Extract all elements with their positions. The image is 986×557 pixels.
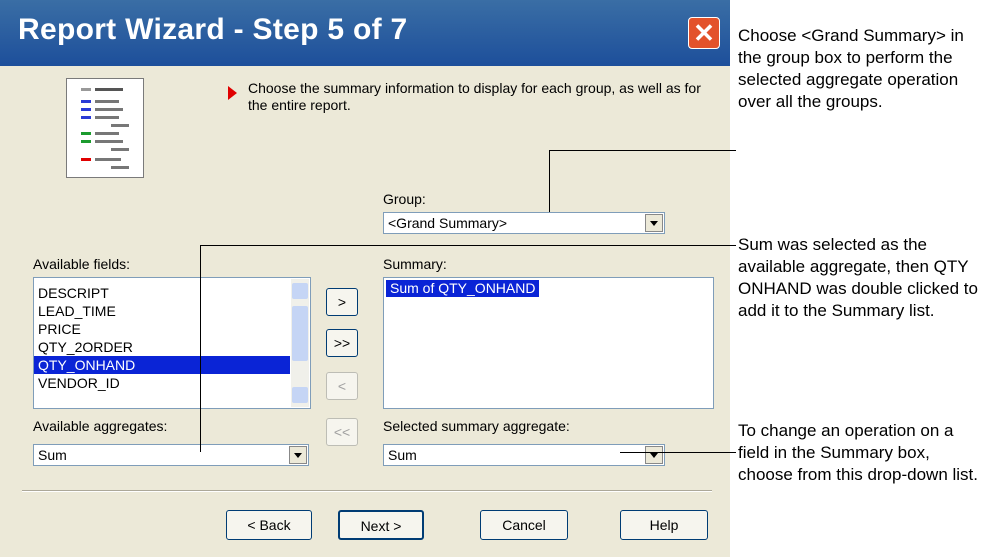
remove-field-button[interactable]: < (326, 372, 358, 400)
group-value: <Grand Summary> (388, 215, 508, 231)
back-button[interactable]: < Back (226, 510, 312, 540)
available-aggregates-value: Sum (38, 447, 67, 463)
add-all-fields-button[interactable]: >> (326, 329, 358, 357)
annotation-change-operation: To change an operation on a field in the… (738, 421, 978, 484)
available-aggregates-combo[interactable]: Sum (33, 444, 309, 466)
report-document-icon (66, 78, 144, 178)
pointer-arrow-icon (228, 86, 237, 100)
annotation-grand-summary: Choose <Grand Summary> in the group box … (738, 26, 964, 111)
scroll-down-icon[interactable] (292, 387, 308, 403)
summary-list[interactable]: Sum of QTY_ONHAND (383, 277, 714, 409)
remove-all-fields-button[interactable]: << (326, 418, 358, 446)
dialog-title: Report Wizard - Step 5 of 7 (18, 13, 408, 46)
list-item-selected[interactable]: QTY_ONHAND (34, 356, 290, 374)
group-combo[interactable]: <Grand Summary> (383, 212, 665, 234)
report-wizard-dialog: Report Wizard - Step 5 of 7 ✕ Choose the… (0, 0, 730, 557)
list-item[interactable]: PRICE (34, 320, 290, 338)
vertical-scrollbar[interactable] (291, 279, 309, 407)
callout-line-selected-aggregate (620, 452, 736, 453)
available-fields-list[interactable]: DESCRIPT LEAD_TIME PRICE QTY_2ORDER QTY_… (33, 277, 311, 409)
chevron-down-icon[interactable] (289, 446, 307, 464)
callout-line-aggregate-vertical (200, 245, 201, 452)
close-button[interactable]: ✕ (688, 17, 720, 49)
list-item[interactable]: DESCRIPT (34, 284, 290, 302)
footer-divider (22, 490, 712, 492)
list-item[interactable]: QTY_2ORDER (34, 338, 290, 356)
instruction-text: Choose the summary information to displa… (248, 80, 701, 113)
annotation-sum-selected: Sum was selected as the available aggreg… (738, 235, 978, 320)
selected-summary-aggregate-combo[interactable]: Sum (383, 444, 665, 466)
chevron-down-icon[interactable] (645, 214, 663, 232)
callout-line-aggregate-horizontal (200, 245, 736, 246)
add-field-button[interactable]: > (326, 288, 358, 316)
title-bar: Report Wizard - Step 5 of 7 ✕ (0, 0, 730, 66)
cancel-button[interactable]: Cancel (480, 510, 568, 540)
selected-summary-aggregate-label: Selected summary aggregate: (383, 418, 570, 434)
list-item[interactable]: VENDOR_ID (34, 374, 290, 392)
scroll-up-icon[interactable] (292, 283, 308, 299)
next-button[interactable]: Next > (338, 510, 424, 540)
callout-line-group-vertical (549, 150, 550, 212)
group-label: Group: (383, 191, 426, 207)
summary-list-item[interactable]: Sum of QTY_ONHAND (386, 280, 540, 297)
help-button[interactable]: Help (620, 510, 708, 540)
available-aggregates-label: Available aggregates: (33, 418, 168, 434)
scroll-thumb[interactable] (292, 306, 308, 361)
callout-line-group-horizontal (549, 150, 736, 151)
summary-label: Summary: (383, 256, 447, 272)
close-icon: ✕ (693, 18, 715, 48)
chevron-down-icon[interactable] (645, 446, 663, 464)
selected-summary-aggregate-value: Sum (388, 447, 417, 463)
list-item[interactable]: LEAD_TIME (34, 302, 290, 320)
available-fields-label: Available fields: (33, 256, 131, 272)
